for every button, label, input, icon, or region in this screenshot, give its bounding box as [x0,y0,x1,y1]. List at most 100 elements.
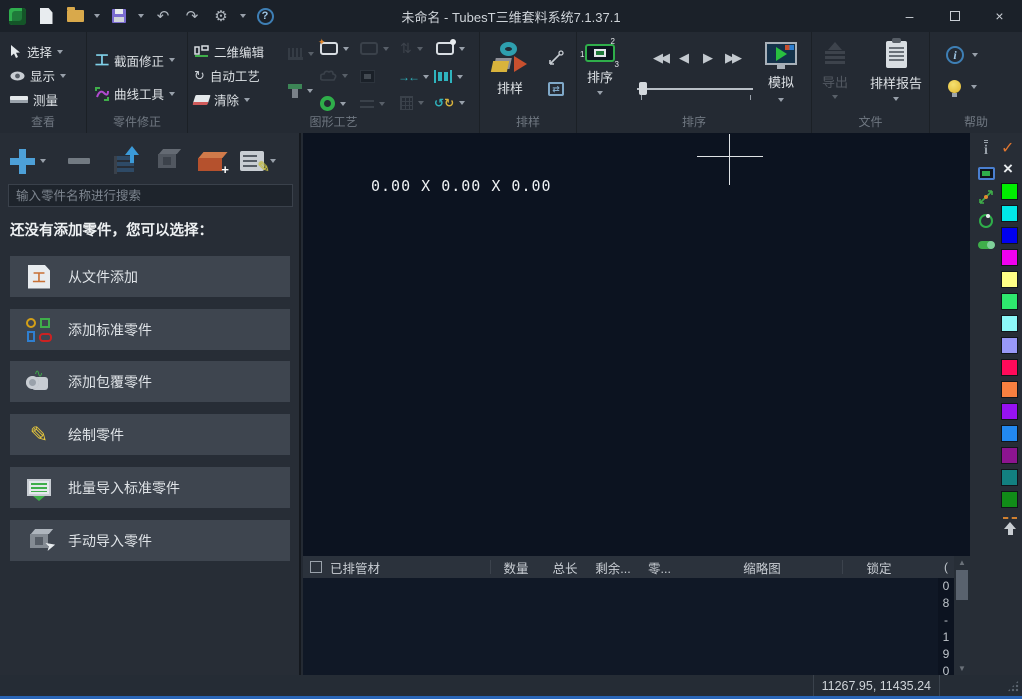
add-part-dropdown[interactable] [40,159,46,163]
draw-part-button[interactable]: ✎ 绘制零件 [10,414,290,455]
ring-dropdown[interactable] [340,102,346,106]
add-part-button[interactable] [10,149,35,174]
auto-process-button[interactable]: ↻ 自动工艺 [194,66,260,85]
forward-button[interactable]: ▶▶ [725,50,739,66]
ring-tool-button[interactable] [320,96,346,111]
edit-2d-button[interactable]: 二维编辑 [194,42,264,61]
tips-dropdown[interactable] [971,85,977,89]
scrollbar-thumb[interactable] [956,570,968,600]
sort-button[interactable]: 1 2 3 排序 [585,44,615,95]
color-swatch[interactable] [1001,205,1018,222]
nest-button[interactable]: 排样 [492,42,528,97]
color-swatch[interactable] [1001,249,1018,266]
bracket-dropdown[interactable] [457,75,463,79]
color-swatch[interactable] [1001,227,1018,244]
pin-tool-button[interactable] [288,84,313,98]
settings-dropdown[interactable] [240,14,246,18]
rect-node-button[interactable] [436,42,465,55]
select-button[interactable]: 选择 [10,42,63,61]
rotate-dropdown[interactable] [459,101,465,105]
tips-button[interactable] [948,80,977,93]
curve-tool-button[interactable]: 曲线工具 [95,84,175,103]
column-remaining[interactable]: 剩余... [589,558,637,577]
bracket-tool-button[interactable] [434,70,463,83]
color-swatch[interactable] [1001,271,1018,288]
dash-dropdown[interactable] [379,102,385,106]
color-swatch[interactable] [1001,293,1018,310]
add-from-file-button[interactable]: 工 从文件添加 [10,256,290,297]
manual-import-button[interactable]: ➤ 手动导入零件 [10,520,290,561]
rect-feature-button[interactable]: ✦ [320,42,349,55]
viewport-canvas[interactable]: 0.00 X 0.00 X 0.00 [303,133,970,556]
updown-tool-button[interactable]: ⇅ [400,40,423,57]
dash-tool-button[interactable] [360,100,385,108]
slider-track[interactable] [637,88,753,90]
simulate-button[interactable]: 模拟 [765,42,797,102]
column-lock[interactable]: 锁定 [843,558,915,577]
add-standard-part-button[interactable]: 添加标准零件 [10,309,290,350]
measure-diag-button[interactable] [548,50,564,66]
edit-list-dropdown[interactable] [270,159,276,163]
batch-import-button[interactable]: 批量导入标准零件 [10,467,290,508]
updown-dropdown[interactable] [417,47,423,51]
scroll-down-button[interactable]: ▼ [954,662,970,675]
section-fix-button[interactable]: 工 截面修正 [95,50,175,70]
table-scrollbar[interactable]: ▲ ▼ [954,556,970,675]
undo-button[interactable]: ↶ [153,6,173,26]
display-button[interactable]: 显示 [10,66,66,85]
remove-part-button[interactable] [68,158,90,164]
apply-button[interactable]: ✓ [1001,138,1014,158]
chip-toggle[interactable] [976,163,996,183]
column-qty[interactable]: 数量 [491,558,541,577]
color-swatch[interactable] [1001,403,1018,420]
select-all-checkbox[interactable] [310,561,322,573]
section-fix-dropdown[interactable] [169,58,175,62]
about-dropdown[interactable] [972,53,978,57]
rect-node-dropdown[interactable] [459,47,465,51]
pin-dropdown[interactable] [307,89,313,93]
color-swatch[interactable] [1001,315,1018,332]
cancel-button[interactable]: × [1003,159,1013,179]
rect-tool2-dropdown[interactable] [383,47,389,51]
color-swatch[interactable] [1001,183,1018,200]
tube-view-toggle[interactable] [976,235,996,255]
minimize-button[interactable]: – [887,0,932,32]
open-file-button[interactable] [65,6,85,26]
import-list-button[interactable] [114,148,140,174]
report-button[interactable]: 排样报告 [870,41,922,101]
display-dropdown[interactable] [60,74,66,78]
add-material-button[interactable]: + [198,152,222,171]
select-dropdown[interactable] [57,50,63,54]
save-button[interactable] [109,6,129,26]
rotate-view-toggle[interactable] [976,211,996,231]
color-swatch[interactable] [1001,359,1018,376]
clear-dropdown[interactable] [244,98,250,102]
color-swatch[interactable] [1001,447,1018,464]
search-input[interactable] [8,184,293,207]
section-view-toggle[interactable]: i [976,139,996,159]
close-button[interactable]: × [977,0,1022,32]
trim-tool-button[interactable]: →← [398,70,429,84]
color-swatch[interactable] [1001,469,1018,486]
color-swatch[interactable] [1001,425,1018,442]
cloud-tool-button[interactable] [320,70,348,81]
new-file-button[interactable] [36,6,56,26]
about-button[interactable]: i [946,46,978,64]
cloud-dropdown[interactable] [342,74,348,78]
fit-view-button[interactable]: ⇄ [548,82,564,96]
convert-part-button[interactable] [158,154,176,168]
rect-feature-dropdown[interactable] [343,47,349,51]
open-file-dropdown[interactable] [94,14,100,18]
square-tool-button[interactable] [360,70,375,83]
sequence-slider[interactable] [637,82,753,96]
add-wrap-part-button[interactable]: ∿ 添加包覆零件 [10,361,290,402]
trim-dropdown[interactable] [423,75,429,79]
edit-list-button[interactable]: ✎ [240,151,264,171]
rotate-tool-button[interactable]: ↺↻ [434,96,465,110]
column-material[interactable]: 已排管材 [322,558,490,577]
maximize-button[interactable] [932,0,977,32]
grid-dropdown[interactable] [418,101,424,105]
redo-button[interactable]: ↷ [182,6,202,26]
next-button[interactable]: ▶ [703,50,710,66]
clear-button[interactable]: 清除 [194,90,250,109]
